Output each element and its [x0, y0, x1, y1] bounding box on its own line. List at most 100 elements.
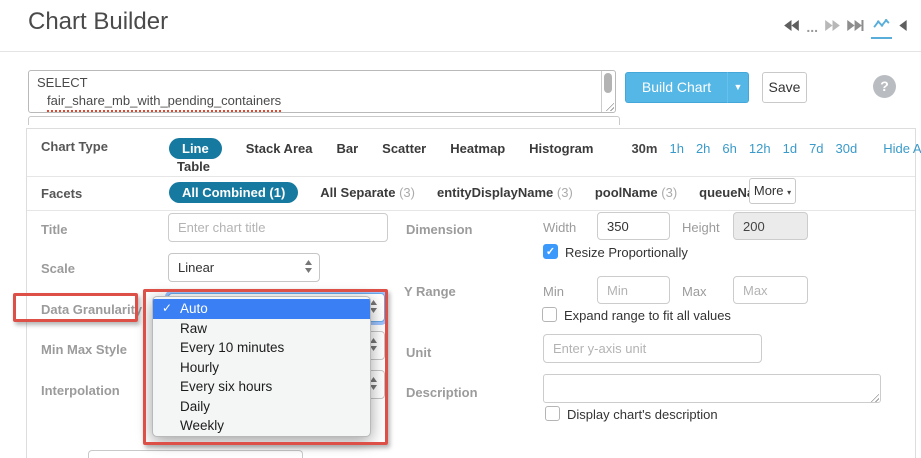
menu-item-label: Hourly [180, 360, 219, 375]
time-range-30m[interactable]: 30m [631, 141, 657, 156]
data-granularity-label: Data Granularity [41, 302, 142, 317]
menu-item-raw[interactable]: Raw [153, 319, 370, 339]
display-description-checkbox[interactable] [545, 406, 560, 421]
menu-item-label: Auto [180, 301, 208, 316]
title-label: Title [41, 222, 68, 237]
scale-label: Scale [41, 261, 75, 276]
help-icon[interactable]: ? [873, 75, 896, 98]
chart-type-options: Line Stack Area Bar Scatter Heatmap Hist… [169, 137, 921, 159]
query-scrollbar-thumb[interactable] [604, 73, 612, 93]
menu-item-weekly[interactable]: Weekly [153, 416, 370, 436]
facet-count: (1) [269, 185, 285, 200]
expand-range-checkbox[interactable] [542, 307, 557, 322]
chart-type-histogram[interactable]: Histogram [529, 141, 593, 156]
save-button[interactable]: Save [762, 72, 807, 103]
time-range-1h[interactable]: 1h [669, 141, 683, 156]
time-range-12h[interactable]: 12h [749, 141, 771, 156]
resize-proportionally-checkbox[interactable]: ✓ [543, 244, 558, 259]
header-nav-icons: ... [784, 18, 907, 36]
scale-value: Linear [178, 260, 214, 275]
description-label: Description [406, 385, 478, 400]
facet-pool-name[interactable]: poolName (3) [595, 185, 677, 200]
chart-type-heatmap[interactable]: Heatmap [450, 141, 505, 156]
chart-type-line[interactable]: Line [169, 138, 222, 159]
menu-item-label: Weekly [180, 418, 224, 433]
resize-proportionally-label: Resize Proportionally [565, 245, 688, 260]
height-input [733, 212, 808, 240]
divider [27, 210, 915, 211]
min-label: Min [543, 284, 564, 299]
chart-title-input[interactable] [168, 213, 388, 242]
unit-label: Unit [406, 345, 431, 360]
interpolation-label: Interpolation [41, 383, 120, 398]
data-granularity-dropdown-menu: ✓ Auto Raw Every 10 minutes Hourly Every … [152, 296, 371, 437]
facet-all-separate[interactable]: All Separate (3) [320, 185, 415, 200]
menu-item-label: Raw [180, 321, 207, 336]
fast-forward-icon[interactable] [825, 18, 840, 36]
facet-count: (3) [399, 185, 415, 200]
facets-options: All Combined (1) All Separate (3) entity… [169, 181, 792, 203]
back-icon[interactable] [899, 18, 907, 36]
y-min-input[interactable] [597, 276, 670, 304]
menu-item-every-six-hours[interactable]: Every six hours [153, 377, 370, 397]
menu-item-label: Daily [180, 399, 210, 414]
divider [27, 176, 915, 177]
hide-additional-options-link[interactable]: Hide Additional Options [883, 141, 921, 156]
facet-name: poolName [595, 185, 658, 200]
menu-item-label: Every 10 minutes [180, 340, 284, 355]
skip-to-end-icon[interactable] [847, 18, 864, 36]
menu-item-label: Every six hours [180, 379, 272, 394]
unit-input[interactable] [543, 334, 762, 363]
time-range-1d[interactable]: 1d [783, 141, 797, 156]
time-range-6h[interactable]: 6h [722, 141, 736, 156]
facet-all-combined[interactable]: All Combined (1) [169, 182, 298, 203]
menu-item-daily[interactable]: Daily [153, 397, 370, 417]
width-label: Width [543, 220, 576, 235]
y-max-input[interactable] [733, 276, 808, 304]
description-textarea[interactable] [543, 374, 881, 403]
stepper-icon [370, 300, 377, 316]
dimension-label: Dimension [406, 222, 472, 237]
facet-name: entityDisplayName [437, 185, 553, 200]
facet-name: All Combined [182, 185, 266, 200]
check-icon: ✓ [162, 299, 172, 319]
chevron-down-icon: ▾ [787, 188, 791, 197]
stepper-icon [370, 377, 377, 393]
menu-item-hourly[interactable]: Hourly [153, 358, 370, 378]
scale-select[interactable]: Linear [168, 253, 320, 282]
facet-count: (3) [557, 185, 573, 200]
chevron-down-icon: ▼ [734, 82, 743, 92]
expand-range-label: Expand range to fit all values [564, 308, 731, 323]
chart-type-scatter[interactable]: Scatter [382, 141, 426, 156]
time-range-30d[interactable]: 30d [836, 141, 858, 156]
facets-label: Facets [41, 186, 82, 201]
partial-element-bottom [88, 450, 303, 458]
menu-item-auto[interactable]: ✓ Auto [153, 299, 370, 319]
height-label: Height [682, 220, 720, 235]
page-header: Chart Builder ... [0, 0, 921, 52]
chart-type-bar[interactable]: Bar [336, 141, 358, 156]
chart-type-table[interactable]: Table [177, 159, 210, 174]
build-chart-dropdown-caret[interactable]: ▼ [727, 72, 749, 103]
line-chart-icon[interactable] [871, 16, 892, 39]
more-facets-button[interactable]: More ▾ [749, 178, 796, 204]
chart-type-label: Chart Type [41, 139, 108, 154]
stepper-icon [370, 338, 377, 354]
facet-entity-display-name[interactable]: entityDisplayName (3) [437, 185, 573, 200]
width-input[interactable] [597, 212, 670, 240]
menu-item-every-10-minutes[interactable]: Every 10 minutes [153, 338, 370, 358]
query-text[interactable]: SELECT fair_share_mb_with_pending_contai… [29, 73, 600, 113]
build-chart-button[interactable]: Build Chart [625, 72, 727, 103]
next-query-box-partial [28, 116, 620, 125]
time-range-7d[interactable]: 7d [809, 141, 823, 156]
query-metric-name: fair_share_mb_with_pending_containers [47, 92, 281, 112]
chart-type-stack-area[interactable]: Stack Area [246, 141, 313, 156]
y-range-label: Y Range [404, 284, 456, 299]
min-max-style-label: Min Max Style [41, 342, 127, 357]
rewind-icon[interactable] [784, 18, 799, 36]
stepper-icon [305, 260, 312, 276]
display-description-label: Display chart's description [567, 407, 718, 422]
time-range-2h[interactable]: 2h [696, 141, 710, 156]
facet-name: All Separate [320, 185, 395, 200]
query-editor[interactable]: SELECT fair_share_mb_with_pending_contai… [28, 70, 616, 113]
